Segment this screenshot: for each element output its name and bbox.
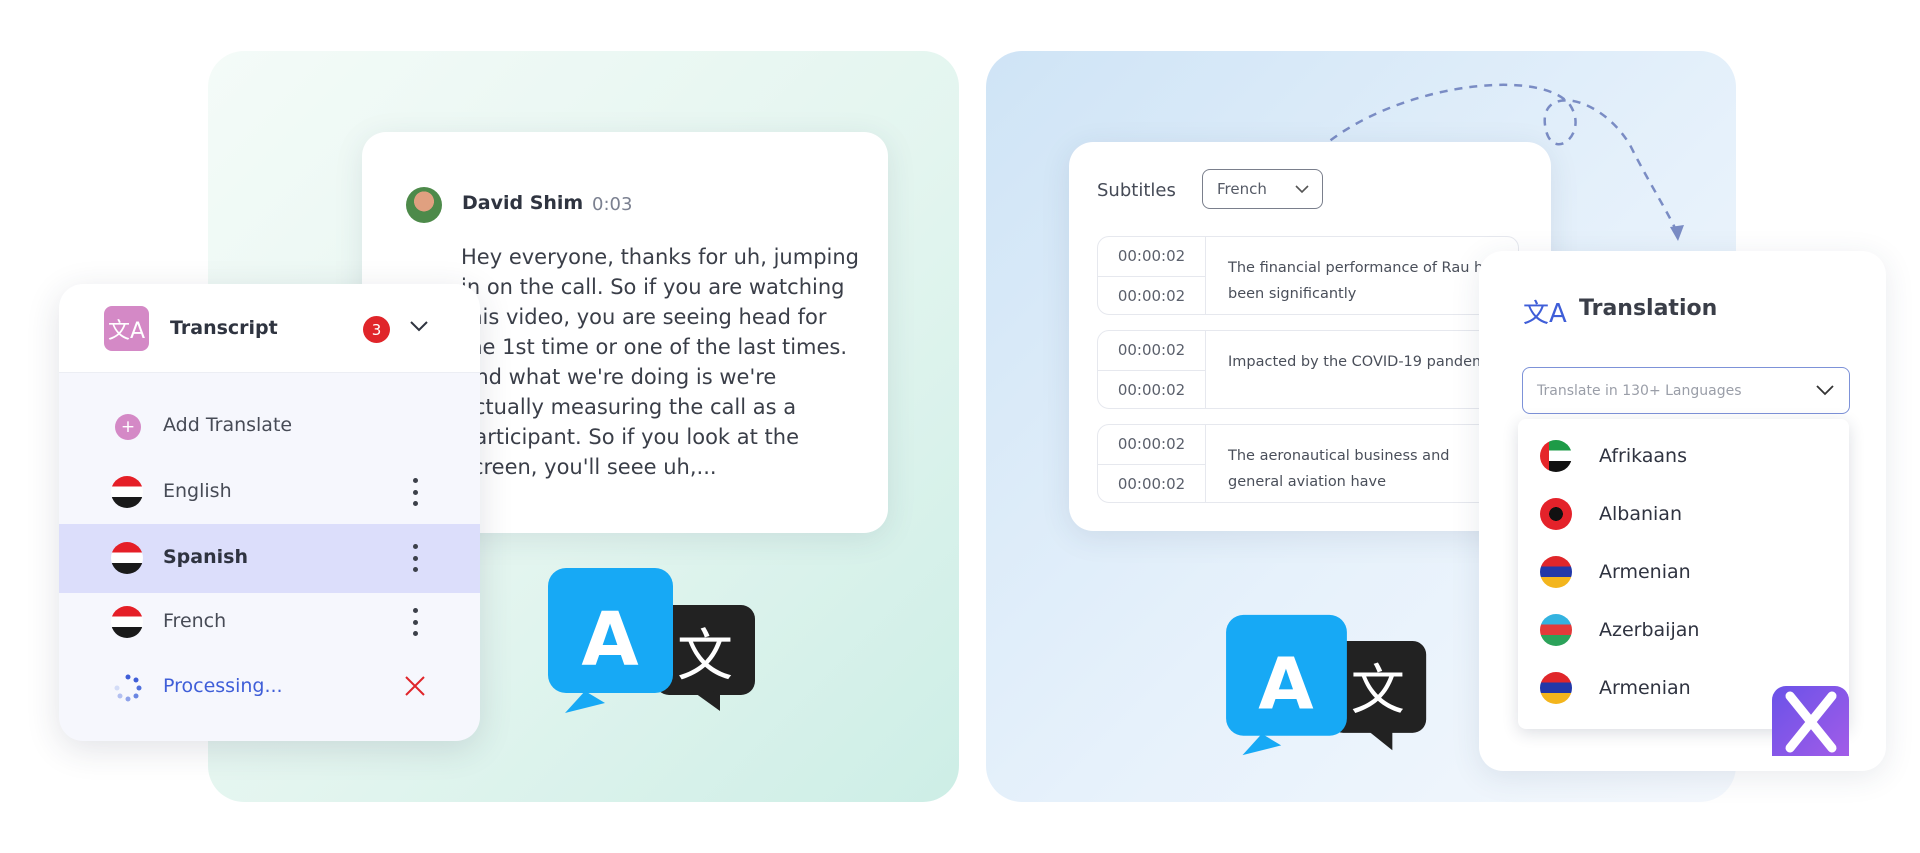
add-translate-button[interactable]: + Add Translate bbox=[59, 394, 480, 458]
flag-icon bbox=[111, 606, 143, 638]
language-label: Armenian bbox=[1599, 561, 1691, 583]
transcript-header[interactable]: 文A Transcript 3 bbox=[59, 284, 480, 373]
end-time: 00:00:02 bbox=[1098, 370, 1206, 408]
language-item-english[interactable]: English bbox=[59, 460, 480, 524]
spinner-icon bbox=[114, 674, 142, 702]
translate-icon: 文A bbox=[104, 306, 149, 351]
avatar bbox=[406, 187, 442, 223]
language-item-spanish[interactable]: Spanish bbox=[59, 524, 480, 593]
transcript-title: Transcript bbox=[170, 317, 278, 339]
svg-text:A: A bbox=[1258, 643, 1313, 726]
end-time: 00:00:02 bbox=[1098, 276, 1206, 314]
more-options-icon[interactable] bbox=[412, 608, 418, 636]
end-time: 00:00:02 bbox=[1098, 464, 1206, 502]
language-label: Afrikaans bbox=[1599, 445, 1687, 467]
more-options-icon[interactable] bbox=[412, 478, 418, 506]
language-label: English bbox=[163, 480, 232, 502]
subtitle-row[interactable]: 00:00:02 00:00:02 The aeronautical busin… bbox=[1097, 424, 1519, 503]
plus-icon: + bbox=[115, 414, 141, 440]
translate-icon: 文A bbox=[1523, 299, 1567, 329]
input-placeholder: Translate in 130+ Languages bbox=[1537, 383, 1742, 399]
translate-app-icon: 文 A bbox=[548, 568, 755, 713]
selected-language: French bbox=[1217, 180, 1267, 198]
flag-armenia-icon bbox=[1540, 672, 1572, 704]
language-item-french[interactable]: French bbox=[59, 590, 480, 654]
svg-text:文: 文 bbox=[677, 624, 733, 689]
x-logo-icon bbox=[1772, 686, 1849, 756]
transcript-panel: 文A Transcript 3 + Add Translate English … bbox=[59, 284, 480, 741]
subtitle-text: Impacted by the COVID-19 pandemic. bbox=[1228, 354, 1503, 370]
language-option[interactable]: Azerbaijan bbox=[1518, 601, 1849, 659]
chevron-down-icon bbox=[1295, 185, 1309, 194]
chevron-down-icon[interactable] bbox=[407, 314, 431, 338]
message-time: 0:03 bbox=[592, 194, 633, 215]
svg-text:A: A bbox=[581, 597, 638, 683]
subtitle-language-select[interactable]: French bbox=[1202, 169, 1323, 209]
subtitle-text: The aeronautical business and general av… bbox=[1228, 448, 1450, 490]
language-option[interactable]: Armenian bbox=[1518, 543, 1849, 601]
language-option[interactable]: Albanian bbox=[1518, 485, 1849, 543]
start-time: 00:00:02 bbox=[1098, 237, 1206, 276]
language-label: Spanish bbox=[163, 546, 248, 568]
language-option[interactable]: Afrikaans bbox=[1518, 427, 1849, 485]
processing-item: Processing... bbox=[59, 655, 480, 719]
language-label: Azerbaijan bbox=[1599, 619, 1700, 641]
language-label: Armenian bbox=[1599, 677, 1691, 699]
flag-albania-icon bbox=[1540, 498, 1572, 530]
count-badge: 3 bbox=[363, 316, 390, 343]
language-label: Albanian bbox=[1599, 503, 1682, 525]
translation-title: Translation bbox=[1579, 296, 1718, 321]
add-translate-label: Add Translate bbox=[163, 414, 293, 436]
subtitle-text: The financial performance of Rau has bee… bbox=[1228, 260, 1500, 302]
cancel-icon[interactable] bbox=[404, 675, 426, 697]
language-label: French bbox=[163, 610, 227, 632]
subtitle-row[interactable]: 00:00:02 00:00:02 The financial performa… bbox=[1097, 236, 1519, 315]
subtitle-row[interactable]: 00:00:02 00:00:02 Impacted by the COVID-… bbox=[1097, 330, 1519, 409]
language-search-input[interactable]: Translate in 130+ Languages bbox=[1522, 367, 1850, 414]
processing-label: Processing... bbox=[163, 675, 283, 697]
flag-uae-icon bbox=[1540, 440, 1572, 472]
flag-armenia-icon bbox=[1540, 556, 1572, 588]
flag-icon bbox=[111, 476, 143, 508]
more-options-icon[interactable] bbox=[412, 544, 418, 572]
speaker-name: David Shim bbox=[462, 192, 584, 214]
flag-icon bbox=[111, 542, 143, 574]
start-time: 00:00:02 bbox=[1098, 331, 1206, 370]
start-time: 00:00:02 bbox=[1098, 425, 1206, 464]
language-dropdown-list: Afrikaans Albanian Armenian Azerbaijan A… bbox=[1518, 419, 1849, 729]
chevron-down-icon bbox=[1816, 385, 1834, 396]
subtitles-title: Subtitles bbox=[1097, 180, 1176, 201]
translate-app-icon: 文 A bbox=[1226, 614, 1427, 756]
message-text: Hey everyone, thanks for uh, jumping in … bbox=[461, 245, 859, 479]
svg-text:文: 文 bbox=[1351, 659, 1405, 722]
flag-azerbaijan-icon bbox=[1540, 614, 1572, 646]
